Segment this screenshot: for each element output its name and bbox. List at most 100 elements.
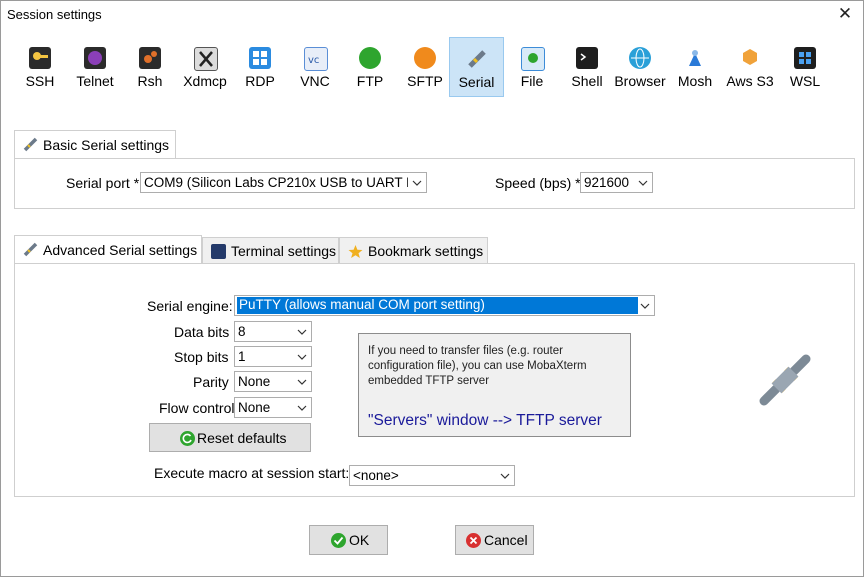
session-type-label: FTP <box>356 73 384 89</box>
tftp-info-text: If you need to transfer files (e.g. rout… <box>368 345 587 387</box>
chevron-down-icon <box>295 401 309 415</box>
tab-terminal-settings[interactable]: Terminal settings <box>202 237 339 263</box>
flow-control-select[interactable]: None <box>234 397 312 418</box>
tab-label: Basic Serial settings <box>43 137 170 153</box>
stop-bits-value: 1 <box>238 349 246 364</box>
reset-defaults-button[interactable]: Reset defaults <box>149 423 311 452</box>
macro-select[interactable]: <none> <box>349 465 515 486</box>
session-type-label: Mosh <box>677 73 713 89</box>
session-type-shell[interactable]: Shell <box>560 37 614 97</box>
ok-label: OK <box>349 532 370 548</box>
chevron-down-icon <box>636 176 650 190</box>
session-type-rsh[interactable]: Rsh <box>123 37 177 97</box>
telnet-icon <box>84 47 106 69</box>
chevron-down-icon <box>498 469 512 483</box>
title-bar: Session settings ✕ <box>1 1 863 29</box>
session-type-label: WSL <box>789 73 821 89</box>
session-type-label: Shell <box>571 73 603 89</box>
session-type-label: Telnet <box>76 73 114 89</box>
session-type-label: RDP <box>245 73 275 89</box>
chevron-down-icon <box>638 299 652 313</box>
parity-label: Parity <box>193 374 229 390</box>
chevron-down-icon <box>295 325 309 339</box>
session-type-file[interactable]: File <box>505 37 559 97</box>
session-type-mosh[interactable]: Mosh <box>668 37 722 97</box>
tab-label: Terminal settings <box>231 243 337 259</box>
speed-label: Speed (bps) * <box>495 175 581 191</box>
rdp-icon <box>249 47 271 69</box>
mosh-icon <box>684 47 706 69</box>
serial-engine-label: Serial engine: <box>147 298 233 314</box>
chevron-down-icon <box>295 350 309 364</box>
session-type-label: SSH <box>25 73 55 89</box>
session-type-browser[interactable]: Browser <box>613 37 667 97</box>
session-type-label: Serial <box>458 74 495 90</box>
session-type-rdp[interactable]: RDP <box>233 37 287 97</box>
sftp-icon <box>414 47 436 69</box>
session-type-label: Rsh <box>137 73 163 89</box>
tab-label: Advanced Serial settings <box>43 242 198 258</box>
serial-plug-icon <box>23 242 38 257</box>
tab-basic-serial-settings[interactable]: Basic Serial settings <box>14 130 176 158</box>
data-bits-label: Data bits <box>174 324 230 340</box>
key-icon <box>29 47 51 69</box>
tftp-servers-link[interactable]: "Servers" window --> TFTP server <box>368 412 602 430</box>
session-type-label: VNC <box>300 73 330 89</box>
file-icon <box>521 47 545 71</box>
cancel-button[interactable]: Cancel <box>455 525 534 555</box>
tab-label: Bookmark settings <box>368 243 484 259</box>
macro-value: <none> <box>353 468 399 483</box>
tab-advanced-serial-settings[interactable]: Advanced Serial settings <box>14 235 202 264</box>
session-type-serial[interactable]: Serial <box>449 37 504 97</box>
serial-plug-icon <box>23 137 38 152</box>
close-button[interactable]: ✕ <box>833 3 857 25</box>
chevron-down-icon <box>410 176 424 190</box>
serial-port-select[interactable]: COM9 (Silicon Labs CP210x USB to UART B <box>140 172 427 193</box>
reset-defaults-label: Reset defaults <box>197 430 287 446</box>
flow-control-label: Flow control <box>159 400 235 416</box>
serial-engine-select[interactable]: PuTTY (allows manual COM port setting) <box>234 295 655 316</box>
flow-control-value: None <box>238 400 271 415</box>
ok-button[interactable]: OK <box>309 525 388 555</box>
session-type-vnc[interactable]: vc VNC <box>288 37 342 97</box>
speed-select[interactable]: 921600 <box>580 172 653 193</box>
window-title: Session settings <box>7 7 102 22</box>
session-type-aws-s3[interactable]: Aws S3 <box>723 37 777 97</box>
serial-plug-large-icon <box>756 351 814 409</box>
serial-port-value: COM9 (Silicon Labs CP210x USB to UART B <box>144 175 408 190</box>
stop-bits-select[interactable]: 1 <box>234 346 312 367</box>
session-type-label: Xdmcp <box>183 73 227 89</box>
chevron-down-icon <box>295 375 309 389</box>
vnc-icon: vc <box>304 47 328 71</box>
parity-select[interactable]: None <box>234 371 312 392</box>
stop-bits-label: Stop bits <box>174 349 229 365</box>
session-settings-dialog: Session settings ✕ SSH Telnet Rsh Xdmcp … <box>0 0 864 577</box>
session-type-label: File <box>520 73 544 89</box>
check-icon <box>331 533 346 548</box>
session-type-ssh[interactable]: SSH <box>13 37 67 97</box>
session-type-sftp[interactable]: SFTP <box>398 37 452 97</box>
session-type-wsl[interactable]: WSL <box>778 37 832 97</box>
cancel-icon <box>466 533 481 548</box>
svg-text:vc: vc <box>308 55 319 66</box>
session-type-label: Browser <box>614 73 666 89</box>
tftp-info-box: If you need to transfer files (e.g. rout… <box>358 333 631 437</box>
data-bits-value: 8 <box>238 324 246 339</box>
cancel-label: Cancel <box>484 532 528 548</box>
windows-icon <box>794 47 816 69</box>
session-type-xdmcp[interactable]: Xdmcp <box>178 37 232 97</box>
serial-port-label: Serial port * <box>66 175 140 191</box>
tab-bookmark-settings[interactable]: Bookmark settings <box>339 237 488 263</box>
session-type-ftp[interactable]: FTP <box>343 37 397 97</box>
refresh-icon <box>180 431 195 446</box>
session-type-telnet[interactable]: Telnet <box>68 37 122 97</box>
serial-engine-value: PuTTY (allows manual COM port setting) <box>237 297 638 314</box>
globe-icon <box>629 47 651 69</box>
data-bits-select[interactable]: 8 <box>234 321 312 342</box>
terminal-icon <box>211 244 226 259</box>
xdmcp-icon <box>194 47 218 71</box>
session-type-label: SFTP <box>407 73 443 89</box>
rsh-icon <box>139 47 161 69</box>
session-type-label: Aws S3 <box>726 73 774 89</box>
macro-label: Execute macro at session start: <box>154 465 350 481</box>
